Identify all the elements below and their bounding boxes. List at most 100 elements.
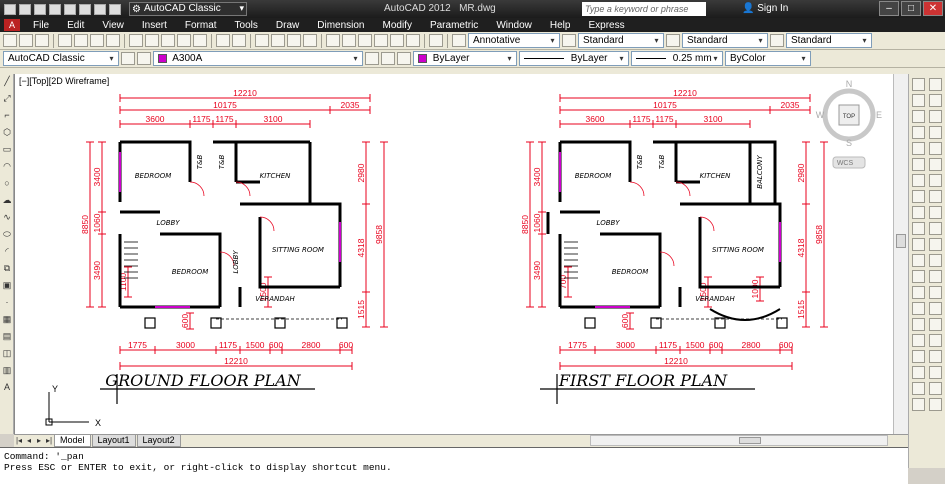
- menu-draw[interactable]: Draw: [267, 20, 308, 31]
- ungroup-icon[interactable]: [912, 382, 925, 395]
- dim-space-icon[interactable]: [929, 254, 942, 267]
- markup-icon[interactable]: [390, 34, 404, 47]
- menu-insert[interactable]: Insert: [133, 20, 176, 31]
- extend-icon[interactable]: [912, 238, 925, 251]
- workspace-combo[interactable]: AutoCAD Classic ▾: [3, 51, 119, 66]
- quick-dim-icon[interactable]: [929, 206, 942, 219]
- color-dropdown[interactable]: ByLayer ▾: [413, 51, 517, 66]
- zoom-previous-icon[interactable]: [303, 34, 317, 47]
- first-floor-plan[interactable]: 12210 10175 2035 3600 1175 1175 3100 1775 3000 11…: [520, 88, 828, 404]
- paste-icon[interactable]: [161, 34, 175, 47]
- wcs-menu[interactable]: WCS: [837, 160, 854, 167]
- quickcalc-icon[interactable]: [406, 34, 420, 47]
- viewcube-west[interactable]: W: [816, 110, 825, 120]
- menu-parametric[interactable]: Parametric: [421, 20, 487, 31]
- menu-dimension[interactable]: Dimension: [308, 20, 373, 31]
- prev-tab-icon[interactable]: ◂: [24, 436, 34, 446]
- dim-baseline-icon[interactable]: [929, 222, 942, 235]
- hatch-icon[interactable]: ▦: [2, 314, 12, 326]
- horizontal-scroll-thumb[interactable]: [739, 437, 761, 444]
- dim-update-icon[interactable]: [929, 382, 942, 395]
- menu-edit[interactable]: Edit: [58, 20, 93, 31]
- move-icon[interactable]: [912, 158, 925, 171]
- vertical-scrollbar[interactable]: [893, 74, 908, 434]
- zoom-realtime-icon[interactable]: [271, 34, 285, 47]
- sheet-set-icon[interactable]: [374, 34, 388, 47]
- viewport-controls-label[interactable]: [−][Top][2D Wireframe]: [19, 76, 109, 86]
- maximize-button[interactable]: □: [901, 1, 921, 16]
- tab-model[interactable]: Model: [54, 435, 91, 447]
- plot-icon[interactable]: [79, 3, 91, 15]
- draworder-icon[interactable]: [912, 334, 925, 347]
- point-icon[interactable]: ·: [2, 297, 12, 309]
- fillet-icon[interactable]: [912, 302, 925, 315]
- dim-ordinate-icon[interactable]: [929, 126, 942, 139]
- new-icon[interactable]: [3, 34, 17, 47]
- line-icon[interactable]: ╱: [2, 76, 12, 88]
- viewcube[interactable]: TOP N S E W WCS: [816, 79, 882, 169]
- dim-aligned-icon[interactable]: [929, 94, 942, 107]
- tool-palettes-icon[interactable]: [358, 34, 372, 47]
- app-menu-icon[interactable]: [4, 3, 16, 15]
- design-center-icon[interactable]: [342, 34, 356, 47]
- open-icon[interactable]: [19, 34, 33, 47]
- tolerance-icon[interactable]: [929, 286, 942, 299]
- copy-icon[interactable]: [145, 34, 159, 47]
- menu-file[interactable]: File: [24, 20, 58, 31]
- command-line[interactable]: Command: '_pan Press ESC or ENTER to exi…: [0, 447, 908, 484]
- cut-icon[interactable]: [129, 34, 143, 47]
- redo-icon[interactable]: [232, 34, 246, 47]
- dim-jogged-icon[interactable]: [929, 158, 942, 171]
- viewcube-north[interactable]: N: [846, 79, 853, 89]
- dim-arc-icon[interactable]: [929, 110, 942, 123]
- polyline-icon[interactable]: ⌐: [2, 110, 12, 122]
- join-icon[interactable]: [912, 270, 925, 283]
- menu-format[interactable]: Format: [176, 20, 226, 31]
- menu-tools[interactable]: Tools: [226, 20, 267, 31]
- table-icon[interactable]: ▥: [2, 365, 12, 377]
- stretch-icon[interactable]: [912, 206, 925, 219]
- menu-express[interactable]: Express: [579, 20, 633, 31]
- match-properties-icon[interactable]: [177, 34, 191, 47]
- polygon-icon[interactable]: ⬡: [2, 127, 12, 139]
- layer-properties-icon[interactable]: [137, 52, 151, 65]
- explode-icon[interactable]: [912, 318, 925, 331]
- next-tab-icon[interactable]: ▸: [34, 436, 44, 446]
- layer-previous-icon[interactable]: [381, 52, 395, 65]
- help-icon[interactable]: [429, 34, 443, 47]
- save-as-icon[interactable]: [64, 3, 76, 15]
- spline-icon[interactable]: ∿: [2, 212, 12, 224]
- dim-style-manager-icon[interactable]: [929, 398, 942, 411]
- table-style-icon[interactable]: [666, 34, 680, 47]
- properties-icon[interactable]: [326, 34, 340, 47]
- ellipse-icon[interactable]: ⬭: [2, 229, 12, 241]
- text-style-dropdown[interactable]: Standard ▾: [578, 33, 664, 48]
- menu-help[interactable]: Help: [541, 20, 580, 31]
- first-tab-icon[interactable]: |◂: [14, 436, 24, 446]
- dim-angular-icon[interactable]: [929, 190, 942, 203]
- undo-icon[interactable]: [216, 34, 230, 47]
- ellipse-arc-icon[interactable]: ◜: [2, 246, 12, 258]
- make-block-icon[interactable]: ▣: [2, 280, 12, 292]
- group-icon[interactable]: [912, 366, 925, 379]
- lineweight-dropdown[interactable]: 0.25 mm ▾: [631, 51, 723, 66]
- zoom-window-icon[interactable]: [287, 34, 301, 47]
- workspace-dropdown[interactable]: ⚙ AutoCAD Classic ▾: [129, 2, 247, 16]
- center-mark-icon[interactable]: [929, 302, 942, 315]
- tab-layout1[interactable]: Layout1: [91, 435, 136, 447]
- viewcube-south[interactable]: S: [846, 138, 852, 148]
- dim-diameter-icon[interactable]: [929, 174, 942, 187]
- linetype-dropdown[interactable]: ByLayer ▾: [519, 51, 629, 66]
- workspace-settings-icon[interactable]: [121, 52, 135, 65]
- chamfer-icon[interactable]: [912, 286, 925, 299]
- drawing-viewport[interactable]: [−][Top][2D Wireframe] TOP N S E W WCS Y…: [14, 74, 908, 434]
- undo-icon[interactable]: [94, 3, 106, 15]
- rectangle-icon[interactable]: ▭: [2, 144, 12, 156]
- multileader-style-icon[interactable]: [770, 34, 784, 47]
- viewcube-east[interactable]: E: [876, 110, 882, 120]
- dim-radius-icon[interactable]: [929, 142, 942, 155]
- new-file-icon[interactable]: [19, 3, 31, 15]
- circle-icon[interactable]: ○: [2, 178, 12, 190]
- last-tab-icon[interactable]: ▸|: [44, 436, 54, 446]
- layer-dropdown[interactable]: A300A ▾: [153, 51, 363, 66]
